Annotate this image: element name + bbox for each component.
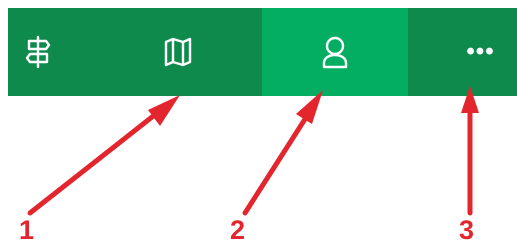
arrow-2-shaft (242, 102, 317, 216)
tab-bar: ••• (8, 8, 517, 96)
tab-map[interactable] (128, 8, 228, 96)
tab-profile[interactable] (262, 8, 408, 96)
tab-more[interactable]: ••• (448, 8, 513, 96)
arrow-1-shaft (27, 103, 169, 216)
annotation-label-2: 2 (230, 215, 246, 245)
signpost-icon (25, 35, 51, 69)
arrow-1-head (148, 95, 180, 126)
map-icon (164, 37, 192, 67)
person-icon (322, 36, 348, 69)
tab-signpost[interactable] (8, 8, 68, 96)
more-horizontal-icon: ••• (466, 38, 495, 65)
annotation-label-1: 1 (19, 215, 35, 245)
annotation-label-3: 3 (459, 215, 475, 245)
